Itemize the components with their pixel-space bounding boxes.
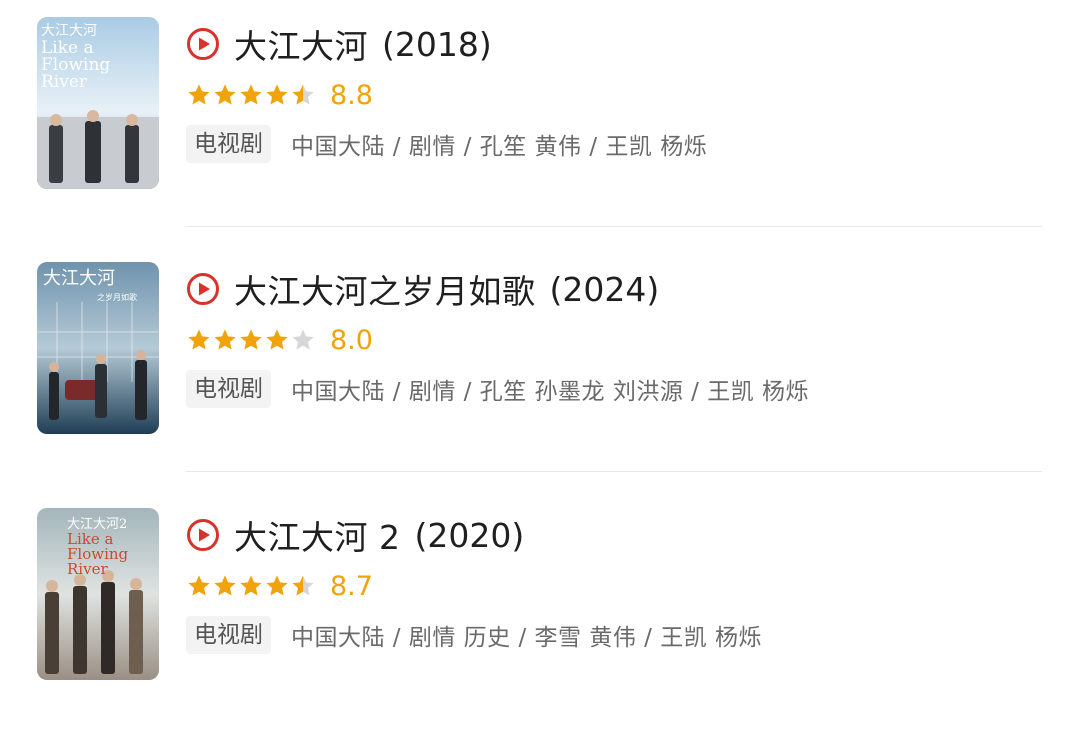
star-full-icon bbox=[266, 84, 288, 105]
list-item[interactable]: 大江大河 之岁月如歌 大江大河之岁月如歌 (2024) 8.0 电视剧 中国大陆… bbox=[0, 245, 1080, 490]
play-icon bbox=[187, 28, 219, 60]
poster-title-cn: 大江大河 bbox=[41, 23, 97, 39]
type-tag: 电视剧 bbox=[186, 616, 271, 654]
poster-art: 大江大河2 Like a Flowing River bbox=[37, 508, 159, 680]
star-half-icon bbox=[292, 84, 314, 105]
star-full-icon bbox=[188, 329, 210, 350]
play-icon bbox=[187, 519, 219, 551]
play-icon bbox=[187, 273, 219, 305]
svg-text:River: River bbox=[67, 560, 108, 578]
title-row[interactable]: 大江大河 (2018) bbox=[186, 24, 492, 66]
score: 8.8 bbox=[330, 79, 373, 111]
search-results-list: 大江大河 Like a Flowing River 大江大河 (2018) 8.… bbox=[0, 0, 1080, 709]
rating-row: 8.8 bbox=[186, 78, 373, 112]
poster-title-cn: 大江大河 bbox=[43, 268, 115, 289]
item-title[interactable]: 大江大河 2 bbox=[234, 511, 401, 559]
star-full-icon bbox=[240, 575, 262, 596]
meta-info: 中国大陆 / 剧情 / 孔笙 黄伟 / 王凯 杨烁 bbox=[291, 134, 708, 160]
poster-image[interactable]: 大江大河2 Like a Flowing River bbox=[37, 508, 159, 680]
item-title[interactable]: 大江大河之岁月如歌 bbox=[234, 265, 536, 313]
type-tag: 电视剧 bbox=[186, 370, 271, 408]
star-full-icon bbox=[266, 575, 288, 596]
svg-text:之岁月如歌: 之岁月如歌 bbox=[97, 292, 137, 302]
star-full-icon bbox=[240, 329, 262, 350]
meta-row: 电视剧 中国大陆 / 剧情 / 孔笙 孙墨龙 刘洪源 / 王凯 杨烁 bbox=[186, 370, 809, 408]
score: 8.0 bbox=[330, 324, 373, 356]
meta-info: 中国大陆 / 剧情 / 孔笙 孙墨龙 刘洪源 / 王凯 杨烁 bbox=[291, 379, 810, 405]
star-full-icon bbox=[188, 575, 210, 596]
item-year: (2020) bbox=[414, 515, 525, 555]
rating-row: 8.7 bbox=[186, 569, 373, 603]
divider bbox=[186, 471, 1042, 472]
star-rating bbox=[186, 573, 316, 599]
list-item[interactable]: 大江大河2 Like a Flowing River 大江大河 2 (2020)… bbox=[0, 491, 1080, 736]
item-title[interactable]: 大江大河 bbox=[234, 20, 368, 68]
poster-art: 大江大河 之岁月如歌 bbox=[37, 262, 159, 434]
star-full-icon bbox=[214, 329, 236, 350]
list-item[interactable]: 大江大河 Like a Flowing River 大江大河 (2018) 8.… bbox=[0, 0, 1080, 245]
title-row[interactable]: 大江大河 2 (2020) bbox=[186, 515, 525, 557]
star-full-icon bbox=[188, 84, 210, 105]
meta-info: 中国大陆 / 剧情 历史 / 李雪 黄伟 / 王凯 杨烁 bbox=[291, 625, 763, 651]
star-half-icon bbox=[292, 575, 314, 596]
star-full-icon bbox=[266, 329, 288, 350]
svg-text:River: River bbox=[41, 72, 88, 92]
meta-row: 电视剧 中国大陆 / 剧情 历史 / 李雪 黄伟 / 王凯 杨烁 bbox=[186, 616, 762, 654]
rating-row: 8.0 bbox=[186, 323, 373, 357]
star-empty-icon bbox=[292, 329, 314, 350]
poster-image[interactable]: 大江大河 之岁月如歌 bbox=[37, 262, 159, 434]
poster-art: 大江大河 Like a Flowing River bbox=[37, 17, 159, 189]
score: 8.7 bbox=[330, 570, 373, 602]
star-rating bbox=[186, 82, 316, 108]
star-full-icon bbox=[214, 84, 236, 105]
item-year: (2018) bbox=[382, 24, 492, 64]
meta-row: 电视剧 中国大陆 / 剧情 / 孔笙 黄伟 / 王凯 杨烁 bbox=[186, 125, 707, 163]
star-full-icon bbox=[240, 84, 262, 105]
divider bbox=[186, 226, 1042, 227]
type-tag: 电视剧 bbox=[186, 125, 271, 163]
poster-image[interactable]: 大江大河 Like a Flowing River bbox=[37, 17, 159, 189]
item-year: (2024) bbox=[549, 269, 660, 309]
title-row[interactable]: 大江大河之岁月如歌 (2024) bbox=[186, 269, 660, 311]
star-full-icon bbox=[214, 575, 236, 596]
star-rating bbox=[186, 327, 316, 353]
